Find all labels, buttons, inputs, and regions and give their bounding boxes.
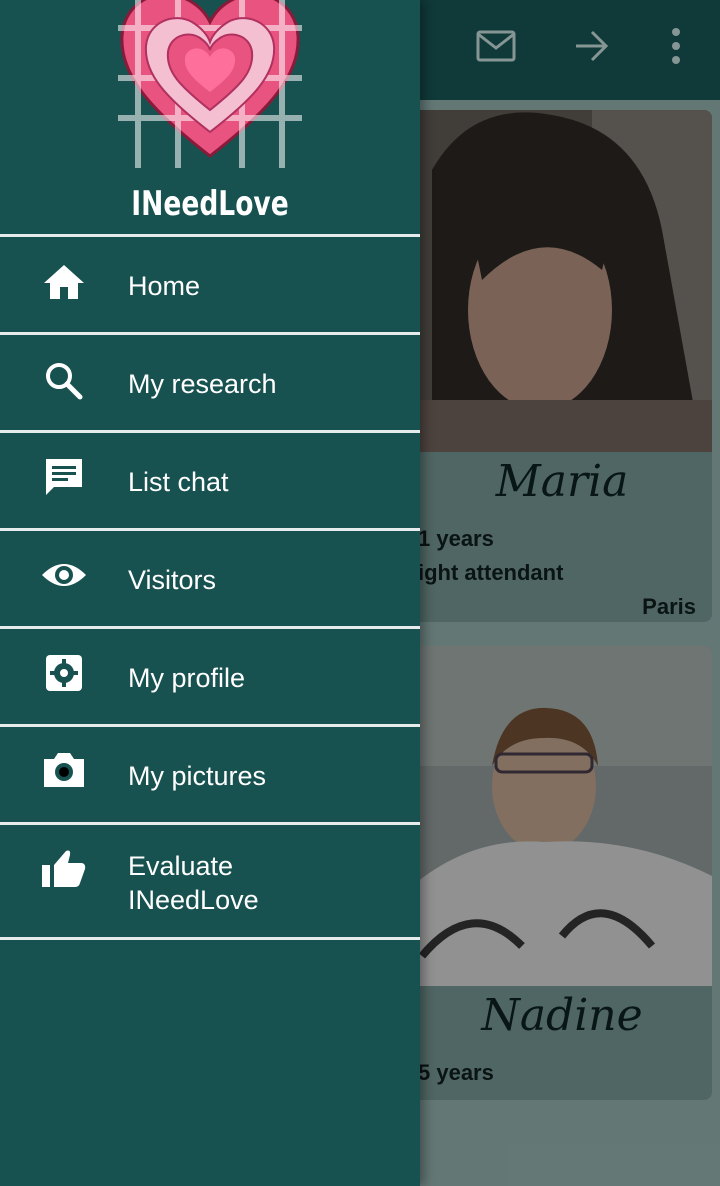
heart-logo-icon	[118, 0, 302, 168]
menu-item-label: List chat	[128, 467, 229, 497]
menu-item-home[interactable]: Home	[0, 237, 420, 332]
camera-icon	[44, 753, 84, 787]
thumb-up-icon	[42, 850, 86, 887]
menu-item-visitors[interactable]: Visitors	[0, 531, 420, 626]
menu-item-evaluate[interactable]: Evaluate INeedLove	[0, 825, 420, 937]
eye-icon	[42, 564, 86, 586]
menu-item-my-profile[interactable]: My profile	[0, 629, 420, 724]
menu-item-list-chat[interactable]: List chat	[0, 433, 420, 528]
navigation-drawer: INeedLove Home My research List chat Vis…	[0, 0, 420, 1186]
menu-item-label: Evaluate INeedLove	[128, 851, 259, 915]
menu-item-label: Visitors	[128, 565, 217, 595]
menu-item-label: My profile	[128, 663, 246, 693]
divider	[0, 937, 420, 940]
settings-icon	[46, 655, 82, 691]
app-title: INeedLove	[131, 184, 289, 224]
menu-item-my-research[interactable]: My research	[0, 335, 420, 430]
home-icon	[44, 265, 84, 299]
menu-item-label: My research	[128, 369, 277, 399]
menu-item-my-pictures[interactable]: My pictures	[0, 727, 420, 822]
search-icon	[46, 363, 83, 400]
menu-item-label: Home	[128, 271, 201, 301]
menu-item-label: My pictures	[128, 761, 267, 791]
chat-icon	[46, 459, 82, 495]
